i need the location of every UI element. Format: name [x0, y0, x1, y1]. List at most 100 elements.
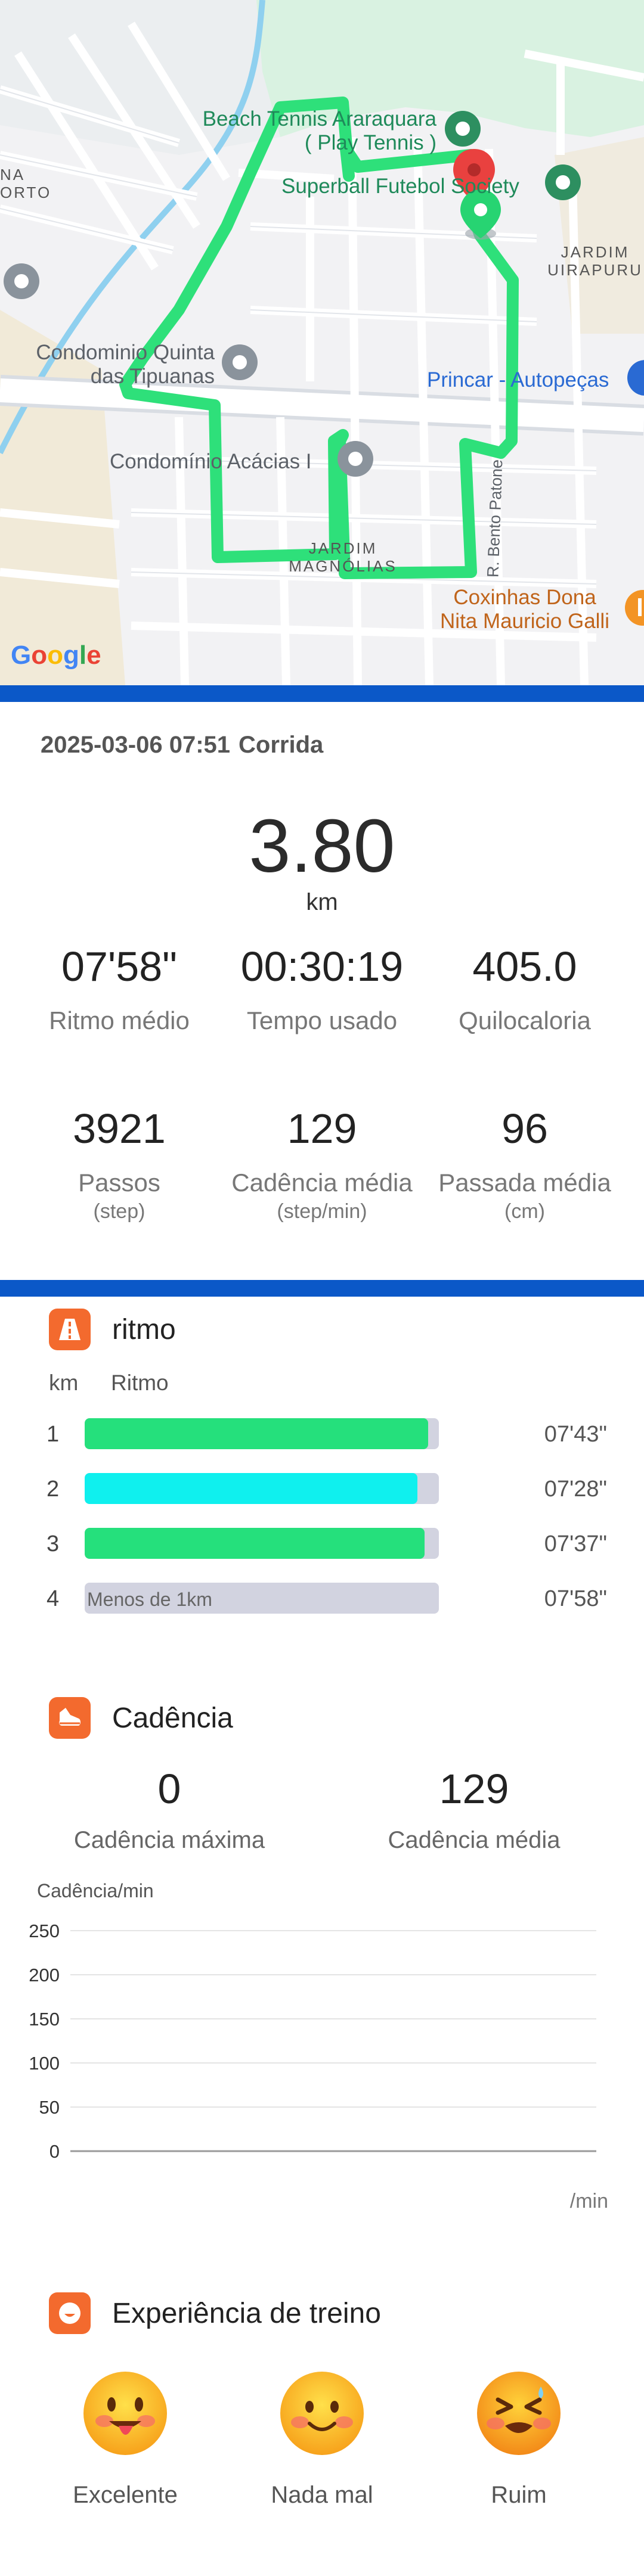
- y-tick-label: 50: [39, 2097, 60, 2118]
- stat-label: Ritmo médio: [49, 1006, 190, 1034]
- experience-option-excellent[interactable]: Excelente: [36, 2369, 215, 2509]
- google-logo-letter: G: [11, 641, 32, 670]
- experience-option-bad[interactable]: Ruim: [429, 2369, 608, 2509]
- y-tick-label: 200: [29, 1965, 60, 1985]
- pace-bar-track: [85, 1528, 439, 1559]
- experience-option-not-bad[interactable]: Nada mal: [233, 2369, 411, 2509]
- activity-type: Corrida: [239, 732, 324, 758]
- stat-value: 07'58": [61, 943, 177, 990]
- cadence-section-header: Cadência: [49, 1697, 233, 1739]
- pace-km: 4: [47, 1586, 60, 1611]
- pace-bar-track: [85, 1473, 439, 1504]
- pace-section-title: ritmo: [112, 1313, 176, 1346]
- pace-bar-fill: [85, 1528, 425, 1559]
- cadence-chart-ylabel: Cadência/min: [37, 1880, 154, 1901]
- pace-bar-track: Menos de 1km: [85, 1583, 439, 1614]
- experience-option-label: Nada mal: [271, 2482, 373, 2508]
- google-logo-text: Google: [11, 641, 101, 670]
- pace-col-pace: Ritmo: [111, 1371, 169, 1395]
- stat-avg-cadence: 129 Cadência média (step/min): [215, 1104, 429, 1223]
- map-label-na-orto: NA ORTO: [0, 166, 52, 201]
- cadence-avg-label: Cadência média: [388, 1827, 561, 1853]
- tongue-out-face-icon: [80, 2369, 170, 2458]
- stat-value: 00:30:19: [240, 943, 404, 990]
- pace-value: 07'58": [544, 1586, 607, 1611]
- google-logo-letter: o: [31, 641, 48, 670]
- distance-unit: km: [306, 889, 338, 915]
- stat-time-used: 00:30:19 Tempo usado: [215, 941, 429, 1036]
- pace-bar-fill: [85, 1418, 429, 1449]
- stat-label: Cadência média: [231, 1169, 413, 1197]
- stat-label: Quilocaloria: [459, 1006, 591, 1034]
- pace-bar-fill: [85, 1473, 418, 1504]
- stat-steps: 3921 Passos (step): [12, 1104, 227, 1223]
- stat-avg-pace: 07'58" Ritmo médio: [12, 941, 227, 1036]
- experience-section-title: Experiência de treino: [112, 2297, 381, 2329]
- cadence-max: 0 Cadência máxima: [44, 1764, 295, 1854]
- pace-col-km: km: [49, 1371, 79, 1395]
- cadence-max-value: 0: [157, 1766, 181, 1812]
- y-tick-label: 100: [29, 2053, 60, 2074]
- pace-value: 07'37": [544, 1531, 607, 1556]
- cadence-average: 129 Cadência média: [349, 1764, 599, 1854]
- tired-face-icon: [474, 2369, 564, 2458]
- smiling-face-icon: [277, 2369, 367, 2458]
- pace-bar-note: Menos de 1km: [87, 1589, 212, 1610]
- cadence-chart-xlabel: /min: [569, 2190, 608, 2213]
- stat-value: 96: [501, 1105, 548, 1152]
- road-icon: [49, 1309, 91, 1350]
- map-label-princar: Princar - Autopeças: [427, 368, 609, 391]
- pace-row: 3 07'37": [0, 1528, 644, 1561]
- pace-value: 07'28": [544, 1477, 607, 1502]
- stat-label: Passos: [78, 1169, 160, 1197]
- map-label-superball: Superball Futebol Society: [281, 175, 519, 198]
- pace-km: 3: [47, 1531, 60, 1556]
- stat-avg-stride: 96 Passada média (cm): [417, 1104, 632, 1223]
- y-tick-label: 150: [29, 2009, 60, 2030]
- pace-row: 2 07'28": [0, 1473, 644, 1506]
- total-distance: 3.80: [249, 804, 395, 888]
- experience-option-label: Excelente: [73, 2482, 178, 2508]
- map-label-condominio-quinta: Condominio Quinta das Tipuanas: [36, 341, 215, 388]
- cadence-max-label: Cadência máxima: [73, 1827, 265, 1853]
- cadence-avg-value: 129: [439, 1766, 509, 1812]
- shoe-icon: [49, 1697, 91, 1739]
- stat-unit: (cm): [504, 1200, 545, 1223]
- experience-section-header: Experiência de treino: [49, 2292, 381, 2334]
- activity-header: 2025-03-06 07:51 Corrida: [41, 732, 323, 759]
- smile-icon: [49, 2292, 91, 2334]
- google-logo: Google: [11, 641, 101, 670]
- section-divider-middle: [0, 1280, 644, 1297]
- map-label-jardim-uirapuru: JARDIM UIRAPURU: [547, 243, 643, 279]
- stat-label: Passada média: [438, 1169, 611, 1197]
- stat-unit: (step): [93, 1200, 145, 1223]
- map-label-coxinhas: Coxinhas Dona Nita Mauricio Galli: [440, 586, 609, 633]
- experience-option-label: Ruim: [491, 2482, 547, 2508]
- pace-km: 2: [47, 1477, 60, 1502]
- map-label-beach-tennis: Beach Tennis Araraquara ( Play Tennis ): [202, 107, 436, 154]
- google-logo-letter: o: [47, 641, 64, 670]
- stat-kilocalories: 405.0 Quilocaloria: [417, 941, 632, 1036]
- pace-value: 07'43": [544, 1422, 607, 1447]
- google-logo-letter: e: [86, 641, 101, 670]
- stat-value: 405.0: [472, 943, 577, 990]
- section-divider-top: [0, 685, 644, 702]
- y-tick-label: 250: [29, 1921, 60, 1941]
- pace-km: 1: [47, 1422, 60, 1447]
- y-tick-label: 0: [49, 2141, 60, 2162]
- map-label-jardim-magnolias: JARDIM MAGNÓLIAS: [289, 539, 397, 575]
- activity-date: 2025-03-06 07:51: [41, 732, 231, 758]
- stat-value: 129: [287, 1105, 357, 1152]
- cadence-chart: 250 200 150 100 50 0: [29, 1921, 596, 2162]
- google-logo-letter: l: [79, 641, 87, 670]
- cadence-section-title: Cadência: [112, 1702, 233, 1734]
- pace-row: 1 07'43": [0, 1418, 644, 1452]
- stat-unit: (step/min): [277, 1200, 367, 1223]
- stat-value: 3921: [73, 1105, 166, 1152]
- route-map[interactable]: Beach Tennis Araraquara ( Play Tennis ) …: [0, 0, 644, 685]
- google-logo-letter: g: [63, 641, 79, 670]
- pace-row: 4 Menos de 1km 07'58": [0, 1583, 644, 1616]
- map-label-condominio-acacias: Condomínio Acácias I: [110, 450, 312, 473]
- pace-bar-track: [85, 1418, 439, 1449]
- pace-section-header: ritmo: [49, 1309, 176, 1350]
